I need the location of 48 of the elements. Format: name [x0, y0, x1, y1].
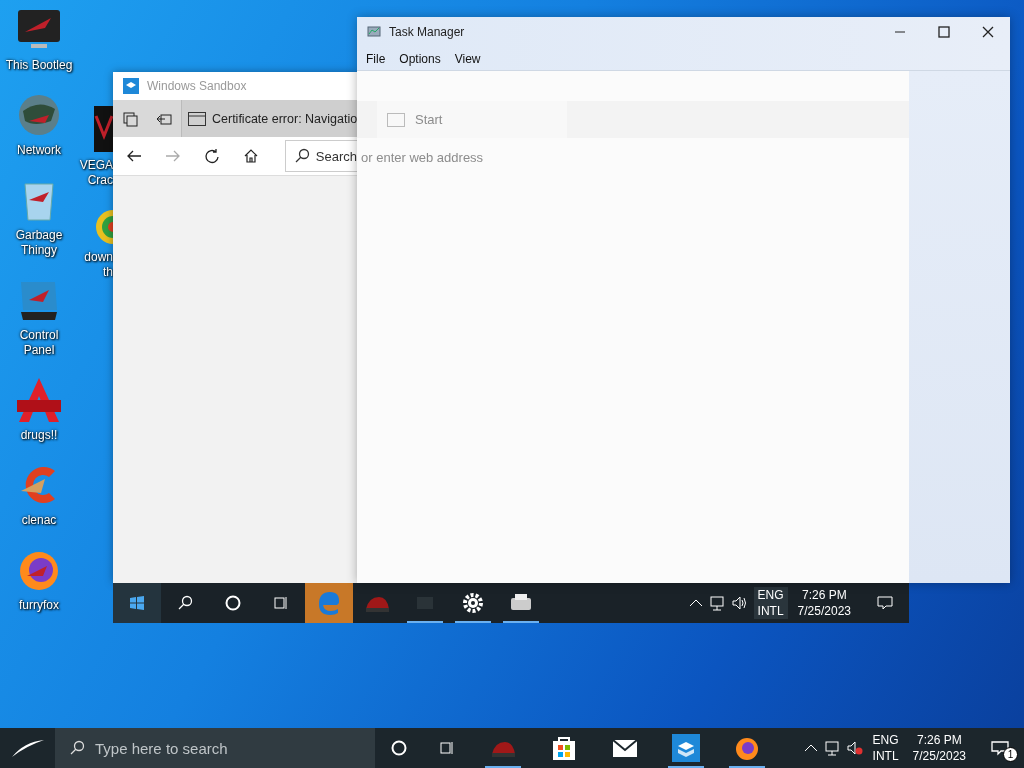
- desktop-app-icon: [15, 376, 63, 424]
- back-arrow-icon[interactable]: [126, 148, 143, 164]
- faded-address-text: or enter web address: [361, 149, 484, 165]
- language-indicator[interactable]: ENG INTL: [868, 732, 903, 764]
- browser-tab[interactable]: Certificate error: Navigatio: [181, 100, 357, 137]
- notification-button[interactable]: 1: [976, 728, 1024, 768]
- windows-logo-icon: [129, 595, 145, 611]
- network-icon[interactable]: [709, 595, 726, 611]
- language-indicator[interactable]: ENG INTL: [753, 587, 788, 619]
- notification-count-badge: 1: [1003, 747, 1018, 762]
- network-icon[interactable]: [824, 740, 841, 756]
- clock[interactable]: 7:26 PM 7/25/2023: [793, 587, 855, 619]
- desktop-icon-label[interactable]: furryfox: [4, 598, 74, 613]
- volume-icon[interactable]: [731, 595, 748, 611]
- page-icon: [188, 111, 206, 126]
- notification-icon[interactable]: [877, 595, 893, 611]
- page-icon: [387, 112, 405, 127]
- store-bag-icon[interactable]: [550, 734, 578, 762]
- swoosh-logo-icon: [9, 738, 46, 758]
- menu-item[interactable]: File: [359, 51, 393, 66]
- close-icon: [980, 24, 996, 40]
- search-icon: [293, 148, 310, 164]
- tabs-aside-icon[interactable]: [122, 110, 138, 127]
- search-icon[interactable]: [177, 595, 193, 611]
- maximize-icon: [936, 24, 952, 40]
- desktop-app-icon: [94, 106, 113, 152]
- clock[interactable]: 7:26 PM 7/25/2023: [908, 732, 970, 764]
- start-button[interactable]: [113, 583, 161, 623]
- notification-icon: [991, 740, 1009, 756]
- refresh-icon[interactable]: [204, 148, 221, 164]
- task-view-icon[interactable]: [273, 595, 289, 611]
- menu-item[interactable]: Options: [392, 51, 448, 66]
- window-title: Task Manager: [389, 25, 465, 39]
- search-icon: [69, 740, 85, 756]
- search-field[interactable]: Type here to search: [55, 728, 375, 768]
- task-view-icon[interactable]: [439, 740, 455, 756]
- home-icon[interactable]: [243, 148, 260, 164]
- minimize-icon: [895, 31, 905, 33]
- faded-tab-label: Start: [415, 112, 443, 127]
- sandbox-box-icon[interactable]: [672, 734, 700, 762]
- task-manager-icon: [367, 24, 383, 40]
- sandbox-box-icon: [123, 78, 139, 94]
- desktop-app-icon: [95, 210, 113, 244]
- cortana-circle-icon[interactable]: [225, 595, 241, 611]
- menu-item[interactable]: View: [447, 51, 488, 66]
- window-title: Windows Sandbox: [147, 79, 247, 93]
- cortana-circle-icon[interactable]: [391, 740, 407, 756]
- muted-volume-icon[interactable]: [846, 740, 863, 756]
